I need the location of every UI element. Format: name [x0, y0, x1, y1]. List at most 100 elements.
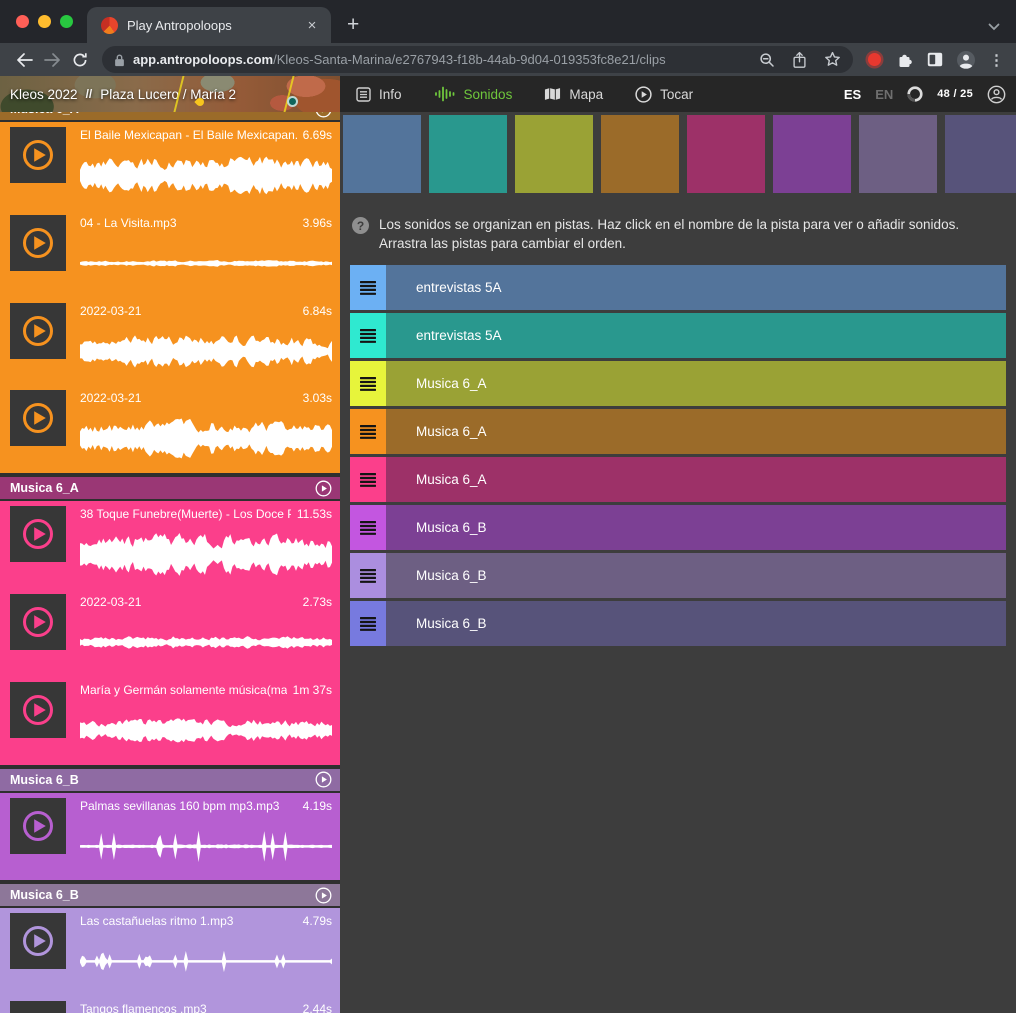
close-window-button[interactable]: [16, 15, 29, 28]
address-bar[interactable]: app.antropoloops.com /Kleos-Santa-Marina…: [102, 46, 853, 73]
clip-play-button[interactable]: [10, 1001, 66, 1013]
clip-play-button[interactable]: [10, 506, 66, 562]
tab-close-icon[interactable]: ×: [303, 17, 321, 34]
section-play-circle-icon[interactable]: [315, 887, 332, 904]
zoom-page-icon[interactable]: [759, 52, 775, 68]
tab-search-chevron-icon[interactable]: [988, 23, 1000, 31]
clip-row[interactable]: 2022-03-21 2.73s: [0, 589, 340, 677]
track-row[interactable]: Musica 6_A: [350, 409, 1006, 454]
track-color-swatch[interactable]: [945, 115, 1016, 193]
extensions-puzzle-icon[interactable]: [897, 52, 914, 68]
track-color-swatch[interactable]: [859, 115, 937, 193]
clip-duration: 3.96s: [303, 216, 332, 231]
track-row[interactable]: entrevistas 5A: [350, 265, 1006, 310]
drag-handle[interactable]: [350, 313, 386, 358]
new-tab-button[interactable]: +: [347, 13, 359, 37]
track-body[interactable]: Musica 6_B: [386, 601, 1006, 646]
forward-button[interactable]: [38, 46, 66, 74]
track-section-header[interactable]: Musica 6_A: [0, 477, 340, 499]
clip-row[interactable]: Tangos flamencos .mp3 2.44s: [0, 996, 340, 1013]
nav-item-tocar[interactable]: Tocar: [635, 86, 693, 103]
nav-item-sonidos[interactable]: Sonidos: [434, 86, 513, 102]
clip-title: 2022-03-21: [80, 595, 297, 610]
clip-row[interactable]: Las castañuelas ritmo 1.mp3 4.79s: [0, 908, 340, 996]
clip-row[interactable]: María y Germán solamente música(maría 2.…: [0, 677, 340, 765]
track-section-header[interactable]: Musica 6_A: [0, 112, 340, 120]
account-avatar-icon[interactable]: [987, 85, 1006, 104]
reload-button[interactable]: [66, 46, 94, 74]
breadcrumb-separator: //: [86, 87, 93, 101]
browser-tab[interactable]: Play Antropoloops ×: [87, 7, 331, 43]
track-color-swatch[interactable]: [687, 115, 765, 193]
macos-window-controls: [0, 0, 87, 43]
section-play-circle-icon[interactable]: [315, 112, 332, 118]
drag-handle[interactable]: [350, 409, 386, 454]
drag-handle[interactable]: [350, 361, 386, 406]
track-body[interactable]: entrevistas 5A: [386, 265, 1006, 310]
clip-row[interactable]: 38 Toque Funebre(Muerte) - Los Doce Par.…: [0, 501, 340, 589]
track-color-swatch[interactable]: [773, 115, 851, 193]
clip-play-button[interactable]: [10, 594, 66, 650]
track-name: Musica 6_A: [416, 424, 487, 439]
nav-item-mapa[interactable]: Mapa: [544, 87, 603, 102]
browser-menu-icon[interactable]: ⋮: [989, 51, 1004, 69]
track-section-header[interactable]: Musica 6_B: [0, 769, 340, 791]
clip-title: Las castañuelas ritmo 1.mp3: [80, 914, 297, 929]
breadcrumb-page: Plaza Lucero / María 2: [100, 87, 236, 102]
track-color-swatch[interactable]: [601, 115, 679, 193]
browser-profile-avatar[interactable]: [956, 50, 976, 70]
track-body[interactable]: Musica 6_A: [386, 457, 1006, 502]
track-body[interactable]: Musica 6_A: [386, 361, 1006, 406]
clip-row[interactable]: 2022-03-21 6.84s: [0, 298, 340, 386]
lang-toggle-en[interactable]: EN: [875, 87, 893, 102]
help-question-icon[interactable]: ?: [352, 217, 369, 234]
track-row[interactable]: Musica 6_B: [350, 601, 1006, 646]
drag-handle[interactable]: [350, 457, 386, 502]
waveform: [80, 234, 332, 293]
minimize-window-button[interactable]: [38, 15, 51, 28]
drag-handle[interactable]: [350, 505, 386, 550]
sidebar-track-section: Musica 6_B Las castañuelas ritmo 1.mp3 4…: [0, 884, 340, 1013]
clip-play-button[interactable]: [10, 390, 66, 446]
drag-handle[interactable]: [350, 601, 386, 646]
clip-play-button[interactable]: [10, 682, 66, 738]
nav-item-info[interactable]: Info: [356, 87, 402, 102]
track-row[interactable]: Musica 6_B: [350, 553, 1006, 598]
share-icon[interactable]: [792, 51, 807, 69]
app-header: Kleos 2022 // Plaza Lucero / María 2 Inf…: [0, 76, 1016, 112]
track-row[interactable]: entrevistas 5A: [350, 313, 1006, 358]
lang-toggle-es[interactable]: ES: [844, 87, 861, 102]
clip-play-button[interactable]: [10, 215, 66, 271]
clip-play-button[interactable]: [10, 798, 66, 854]
track-color-swatch[interactable]: [343, 115, 421, 193]
clip-row[interactable]: 2022-03-21 3.03s: [0, 385, 340, 473]
header-right-cluster: ES EN 48 / 25: [844, 76, 1016, 112]
track-row[interactable]: Musica 6_B: [350, 505, 1006, 550]
track-body[interactable]: Musica 6_B: [386, 505, 1006, 550]
play-icon: [21, 138, 55, 172]
clip-play-button[interactable]: [10, 913, 66, 969]
clip-row[interactable]: 04 - La Visita.mp3 3.96s: [0, 210, 340, 298]
zoom-window-button[interactable]: [60, 15, 73, 28]
clip-row[interactable]: El Baile Mexicapan - El Baile Mexicapan.…: [0, 122, 340, 210]
track-color-swatch[interactable]: [515, 115, 593, 193]
recording-extension-icon[interactable]: [868, 53, 881, 66]
back-button[interactable]: [10, 46, 38, 74]
track-row[interactable]: Musica 6_A: [350, 457, 1006, 502]
breadcrumb-project[interactable]: Kleos 2022: [10, 87, 78, 102]
side-panel-icon[interactable]: [927, 52, 943, 67]
clip-row[interactable]: Palmas sevillanas 160 bpm mp3.mp3 4.19s: [0, 793, 340, 881]
section-play-circle-icon[interactable]: [315, 480, 332, 497]
section-play-circle-icon[interactable]: [315, 771, 332, 788]
clip-play-button[interactable]: [10, 127, 66, 183]
track-body[interactable]: Musica 6_A: [386, 409, 1006, 454]
drag-handle[interactable]: [350, 553, 386, 598]
track-section-header[interactable]: Musica 6_B: [0, 884, 340, 906]
bookmark-star-icon[interactable]: [824, 51, 841, 68]
track-row[interactable]: Musica 6_A: [350, 361, 1006, 406]
track-body[interactable]: entrevistas 5A: [386, 313, 1006, 358]
track-color-swatch[interactable]: [429, 115, 507, 193]
clip-play-button[interactable]: [10, 303, 66, 359]
track-body[interactable]: Musica 6_B: [386, 553, 1006, 598]
drag-handle[interactable]: [350, 265, 386, 310]
